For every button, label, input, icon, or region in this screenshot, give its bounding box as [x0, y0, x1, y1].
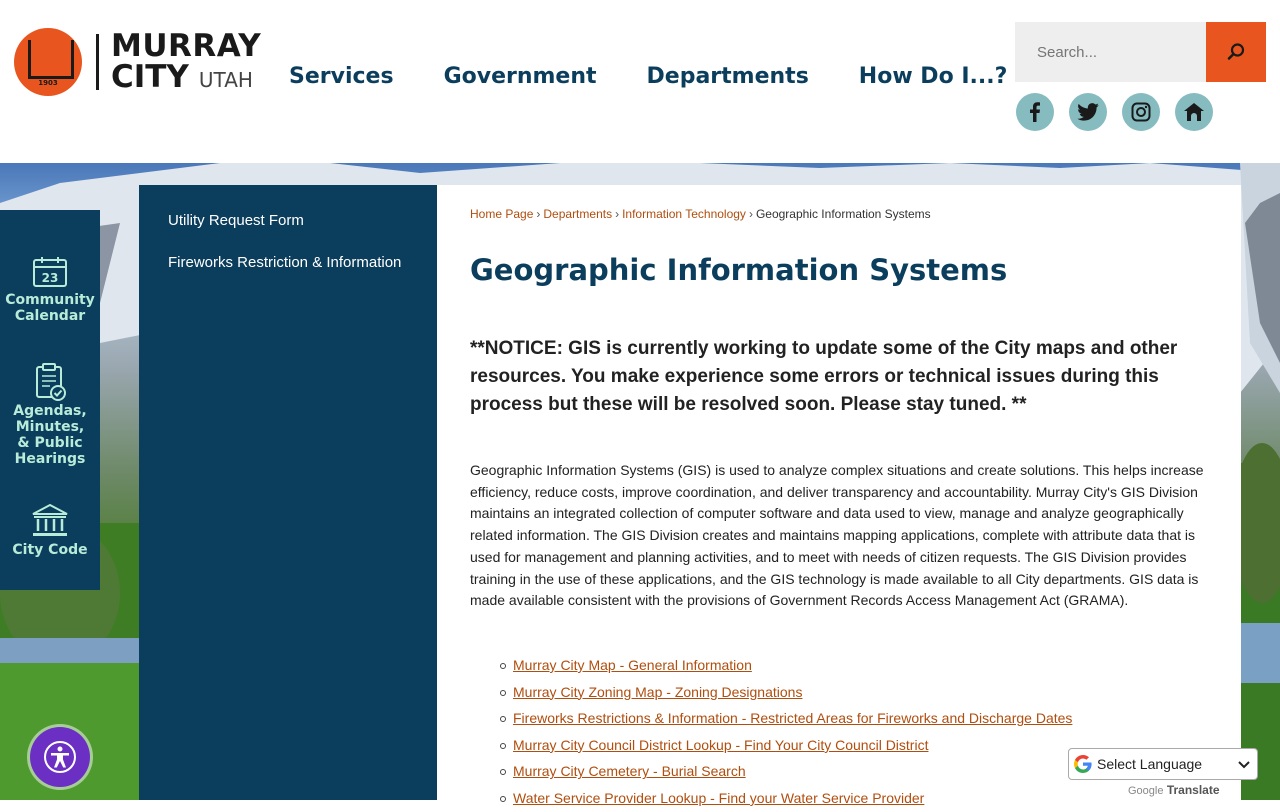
murray-city-logo[interactable]: 1903 MURRAY CITY UTAH: [14, 28, 261, 96]
chevron-down-icon: [1238, 761, 1250, 769]
quick-links-rail: 23 Community Calendar Agendas, Minutes, …: [0, 210, 100, 590]
gis-description: Geographic Information Systems (GIS) is …: [470, 462, 1204, 609]
nav-services[interactable]: Services: [289, 64, 394, 89]
side-nav: Utility Request Form Fireworks Restricti…: [139, 185, 437, 800]
list-item: Murray City Cemetery - Burial Search: [470, 758, 1072, 785]
breadcrumb-current: Geographic Information Systems: [755, 207, 931, 221]
site-header: 1903 MURRAY CITY UTAH Services Government…: [0, 0, 1280, 163]
nextdoor-icon[interactable]: [1175, 93, 1213, 131]
rail-calendar-line1: Community: [5, 292, 95, 308]
clipboard-check-icon: [36, 363, 66, 401]
rail-agendas-line1: Agendas,: [13, 403, 87, 419]
accessibility-button[interactable]: [30, 727, 90, 787]
logo-line2: CITY: [111, 59, 189, 95]
nav-how-do-i[interactable]: How Do I...?: [859, 64, 1008, 89]
list-item: Murray City Council District Lookup - Fi…: [470, 732, 1072, 759]
gis-resource-links: Murray City Map - General Information Mu…: [470, 652, 1072, 812]
link-city-map[interactable]: Murray City Map - General Information: [513, 657, 752, 673]
nav-government[interactable]: Government: [444, 64, 597, 89]
nav-departments[interactable]: Departments: [647, 64, 809, 89]
main-nav: Services Government Departments How Do I…: [289, 64, 1057, 89]
powered-by-google-translate[interactable]: Google Translate: [1128, 783, 1220, 797]
breadcrumb-home[interactable]: Home Page: [470, 207, 533, 221]
translate-label: Translate: [1166, 783, 1220, 797]
list-item: Murray City Map - General Information: [470, 652, 1072, 679]
search-box: [1015, 22, 1266, 82]
search-button[interactable]: [1206, 22, 1266, 82]
breadcrumb-information-technology[interactable]: Information Technology: [622, 207, 746, 221]
logo-year: 1903: [38, 79, 58, 87]
rail-code-label: City Code: [12, 542, 88, 558]
link-council-district-lookup[interactable]: Murray City Council District Lookup - Fi…: [513, 737, 928, 753]
sidenav-fireworks-restriction[interactable]: Fireworks Restriction & Information: [139, 254, 437, 271]
google-g-icon: [1074, 755, 1092, 773]
accessibility-icon: [44, 741, 76, 773]
search-input[interactable]: [1015, 22, 1205, 82]
google-wordmark: Google: [1128, 785, 1164, 797]
gis-notice: **NOTICE: GIS is currently working to up…: [470, 338, 1178, 415]
community-calendar-link[interactable]: 23 Community Calendar: [0, 256, 100, 324]
language-select-label: Select Language: [1097, 756, 1203, 772]
link-water-provider-lookup[interactable]: Water Service Provider Lookup - Find you…: [513, 790, 924, 806]
link-fireworks-restrictions[interactable]: Fireworks Restrictions & Information - R…: [513, 710, 1072, 726]
page-title: Geographic Information Systems: [470, 253, 1008, 287]
rail-agendas-line3: & Public: [17, 435, 83, 451]
rail-agendas-line4: Hearings: [14, 451, 86, 467]
list-item: Murray City Zoning Map - Zoning Designat…: [470, 679, 1072, 706]
city-seal-icon: 1903: [14, 28, 82, 96]
search-icon: [1227, 43, 1245, 60]
list-item: Water Service Provider Lookup - Find you…: [470, 785, 1072, 812]
main-content: Home Page › Departments › Information Techno…: [437, 185, 1241, 806]
city-code-link[interactable]: City Code: [0, 504, 100, 558]
breadcrumb-departments[interactable]: Departments: [543, 207, 612, 221]
twitter-icon[interactable]: [1069, 93, 1107, 131]
logo-line1: MURRAY: [111, 28, 262, 64]
language-select[interactable]: Select Language: [1068, 748, 1258, 780]
social-links: [1016, 93, 1213, 131]
logo-state: UTAH: [198, 68, 253, 92]
agendas-minutes-link[interactable]: Agendas, Minutes, & Public Hearings: [0, 363, 100, 467]
list-item: Fireworks Restrictions & Information - R…: [470, 705, 1072, 732]
calendar-icon: 23: [33, 257, 67, 287]
link-zoning-map[interactable]: Murray City Zoning Map - Zoning Designat…: [513, 684, 802, 700]
facebook-icon[interactable]: [1016, 93, 1054, 131]
breadcrumb: Home Page › Departments › Information Techno…: [470, 207, 931, 221]
instagram-icon[interactable]: [1122, 93, 1160, 131]
rail-agendas-line2: Minutes,: [15, 419, 85, 435]
rail-calendar-line2: Calendar: [14, 308, 86, 324]
sidenav-utility-request-form[interactable]: Utility Request Form: [139, 212, 437, 229]
calendar-day: 23: [42, 271, 59, 285]
link-cemetery-burial-search[interactable]: Murray City Cemetery - Burial Search: [513, 763, 746, 779]
courthouse-icon: [32, 504, 68, 536]
